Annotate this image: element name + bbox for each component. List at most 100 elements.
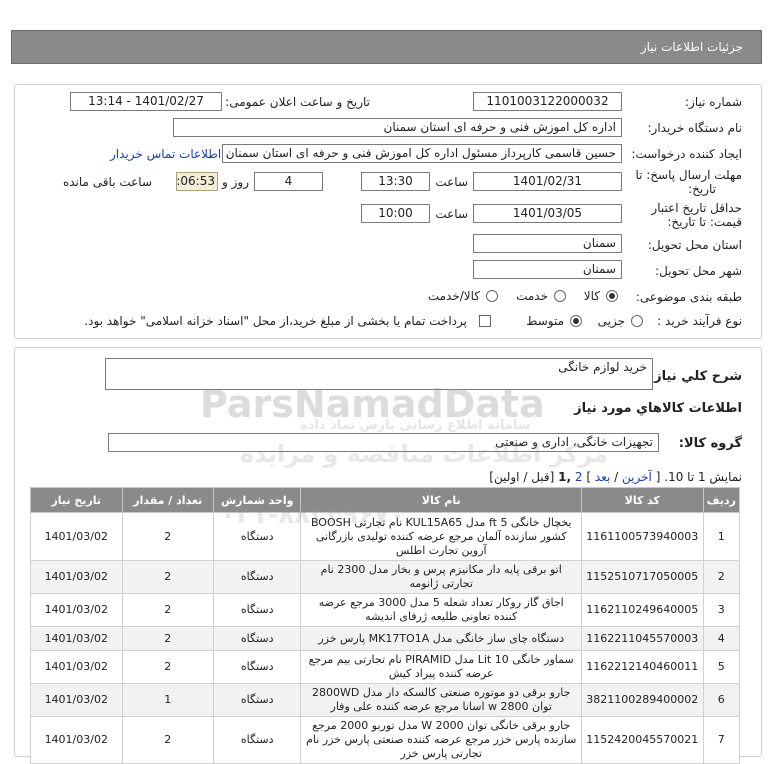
pagination-bracket-close: ] (586, 470, 592, 484)
buyer-label: نام دستگاه خریدار: (647, 121, 743, 135)
cell-qty: 2 (121, 593, 215, 627)
pagination-next-link[interactable]: بعد (595, 470, 610, 484)
process-medium-radio[interactable] (570, 315, 582, 327)
cell-date: 1401/03/02 (30, 626, 123, 651)
col-header-code: کد کالا (580, 487, 704, 513)
pagination-page-2[interactable]: 2 (575, 470, 583, 484)
table-row[interactable]: 7 1152420045570021 جارو برقی خانگی توان … (30, 716, 741, 764)
cell-qty: 2 (121, 716, 215, 764)
cell-name: جارو برقی خانگی توان 2000 W مدل توربو 20… (300, 716, 582, 764)
category-label: طبقه بندی موضوعی: (635, 290, 742, 304)
page-title: جزئیات اطلاعات نیاز (640, 40, 743, 54)
goods-group-label: گروه کالا: (678, 436, 742, 451)
description-label: شرح کلي نياز: (648, 369, 742, 384)
cell-qty: 1 (121, 683, 215, 717)
validity-label-2: قیمت: تا تاریخ: (667, 215, 742, 229)
table-row[interactable]: 1 1161100573940003 یخچال خانگی 5 ft مدل … (30, 512, 741, 561)
cell-qty: 2 (121, 626, 215, 651)
cell-date: 1401/03/02 (30, 716, 123, 764)
category-both-label: کالا/خدمت (427, 289, 480, 303)
process-label: نوع فرآیند خرید : (657, 314, 742, 328)
cell-unit: دستگاه (213, 626, 302, 651)
table-row[interactable]: 5 1162212140460011 سماور خانگی 10 Lit مد… (30, 650, 741, 684)
creator-label: ایجاد کننده درخواست: (631, 147, 742, 161)
cell-date: 1401/03/02 (30, 683, 123, 717)
cell-unit: دستگاه (213, 650, 302, 684)
cell-name: جارو برقی دو موتوره صنعتی کالسکه دار مدل… (300, 683, 582, 717)
col-header-index: ردیف (702, 487, 741, 513)
cell-name: اجاق گاز روکار تعداد شعله 5 مدل 3000 مرج… (300, 593, 582, 627)
table-row[interactable]: 4 1162211045570003 دستگاه چای ساز خانگی … (30, 626, 741, 651)
process-partial-radio[interactable] (631, 315, 643, 327)
cell-name: دستگاه چای ساز خانگی مدل MK17TO1A پارس خ… (300, 626, 582, 651)
cell-index: 5 (702, 650, 741, 684)
category-service-label: خدمت (516, 289, 548, 303)
pagination-first-prev: [قبل / اولین] (489, 470, 555, 484)
need-number-field: 1101003122000032 (473, 92, 622, 111)
table-row[interactable]: 6 3821100289400002 جارو برقی دو موتوره ص… (30, 683, 741, 717)
pagination-last-link[interactable]: آخرین (622, 470, 652, 484)
need-number-label: شماره نیاز: (685, 95, 742, 109)
category-goods-label: کالا (583, 289, 600, 303)
col-header-unit: واحد شمارش (213, 487, 302, 513)
process-medium-label: متوسط (526, 314, 564, 328)
deadline-time-label: ساعت (435, 175, 468, 189)
cell-index: 4 (702, 626, 741, 651)
cell-name: یخچال خانگی 5 ft مدل KUL15A65 نام تجارتی… (300, 512, 582, 561)
cell-name: سماور خانگی 10 Lit مدل PIRAMID نام تجارت… (300, 650, 582, 684)
cell-unit: دستگاه (213, 512, 302, 561)
table-header-row: ردیف کد کالا نام کالا واحد شمارش تعداد /… (30, 487, 741, 513)
cell-index: 6 (702, 683, 741, 717)
cell-name: اتو برقی پایه دار مکانیزم پرس و بخار مدل… (300, 560, 582, 594)
cell-qty: 2 (121, 512, 215, 561)
cell-date: 1401/03/02 (30, 593, 123, 627)
col-header-qty: تعداد / مقدار (121, 487, 215, 513)
cell-qty: 2 (121, 650, 215, 684)
cell-code: 1162212140460011 (580, 650, 704, 684)
time-remaining-field: 00:06:53 (176, 172, 218, 191)
page-header: جزئیات اطلاعات نیاز (11, 30, 762, 64)
description-field: خرید لوازم خانگی (105, 358, 653, 390)
cell-qty: 2 (121, 560, 215, 594)
goods-table: ردیف کد کالا نام کالا واحد شمارش تعداد /… (30, 487, 741, 764)
validity-label: حداقل تاریخ اعتبار (651, 201, 742, 215)
buyer-contact-link[interactable]: اطلاعات تماس خریدار (110, 147, 221, 161)
pagination-separator: / (614, 470, 619, 484)
validity-time-field: 10:00 (361, 204, 430, 223)
treasury-payment-note: پرداخت تمام یا بخشی از مبلغ خرید،از محل … (84, 314, 467, 328)
col-header-name: نام کالا (300, 487, 582, 513)
province-field: سمنان (473, 234, 622, 253)
table-row[interactable]: 3 1162110249640005 اجاق گاز روکار تعداد … (30, 593, 741, 627)
cell-code: 1162211045570003 (580, 626, 704, 651)
cell-date: 1401/03/02 (30, 650, 123, 684)
cell-unit: دستگاه (213, 560, 302, 594)
pagination-bracket-open: [ (655, 470, 661, 484)
province-label: استان محل تحویل: (647, 238, 742, 252)
cell-index: 3 (702, 593, 741, 627)
buyer-field: اداره کل اموزش فنی و حرفه ای استان سمنان (173, 118, 622, 137)
category-both-radio[interactable] (486, 290, 498, 302)
validity-date-field: 1401/03/05 (473, 204, 622, 223)
deadline-label-2: تاریخ: (688, 182, 716, 196)
goods-group-field: تجهیزات خانگی، اداری و صنعتی (108, 433, 659, 452)
cell-index: 2 (702, 560, 741, 594)
process-partial-label: جزیی (597, 314, 625, 328)
goods-info-title: اطلاعات کالاهاي مورد نياز (574, 401, 742, 416)
time-remaining-label: ساعت باقی مانده (62, 175, 152, 189)
cell-date: 1401/03/02 (30, 512, 123, 561)
cell-index: 7 (702, 716, 741, 764)
treasury-payment-checkbox[interactable] (479, 315, 491, 327)
table-row[interactable]: 2 1152510717050005 اتو برقی پایه دار مکا… (30, 560, 741, 594)
cell-unit: دستگاه (213, 593, 302, 627)
deadline-date-field: 1401/02/31 (473, 172, 622, 191)
category-goods-radio[interactable] (606, 290, 618, 302)
category-service-radio[interactable] (554, 290, 566, 302)
days-label: روز و (222, 175, 249, 189)
pagination-summary: نمایش 1 تا 10. (664, 470, 742, 484)
cell-code: 1152510717050005 (580, 560, 704, 594)
cell-unit: دستگاه (213, 683, 302, 717)
creator-field: حسین قاسمی کارپرداز مسئول اداره کل اموزش… (222, 144, 622, 163)
cell-code: 3821100289400002 (580, 683, 704, 717)
city-field: سمنان (473, 260, 622, 279)
days-remaining-field: 4 (254, 172, 323, 191)
